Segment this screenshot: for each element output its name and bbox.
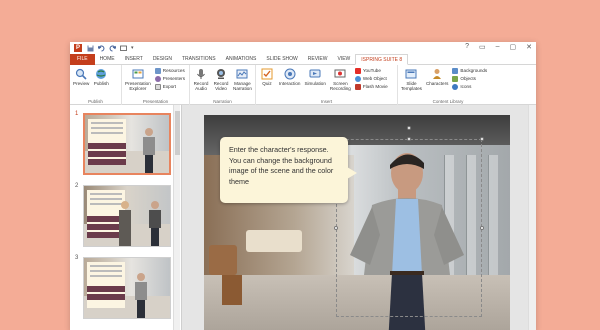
icons-icon [452,83,459,90]
character-figure [119,201,131,246]
chair-image [209,245,237,275]
group-label-presentation: Presentation [142,99,169,104]
quick-access-toolbar: P ▾ [74,44,137,52]
side-table-image [222,275,242,305]
presenters-icon [154,75,161,82]
group-label-narration: Narration [213,99,232,104]
qat-customize-icon[interactable]: ▾ [131,45,137,51]
backgrounds-icon [452,67,459,74]
tab-slide-show[interactable]: SLIDE SHOW [261,54,302,65]
slide-templates-icon [405,67,418,80]
resources-icon [154,67,161,74]
character-figure [143,128,155,173]
quiz-icon [261,67,274,80]
speech-bubble[interactable]: Enter the character's response. You can … [220,137,357,203]
minimize-icon[interactable]: – [496,43,500,51]
powerpoint-window: P ▾ ? ▭ – ▢ ✕ FILE HOME INSERT DESIGN TR… [70,42,536,330]
group-label-content-library: Content Library [432,99,464,104]
preview-icon [75,67,88,80]
rotate-handle[interactable] [407,126,411,130]
selection-frame [334,126,484,317]
editor-scrollbar[interactable] [528,105,536,330]
group-publish: Preview Publish Publish [70,65,122,105]
presenters-button[interactable]: Presenters [154,75,185,82]
youtube-icon [354,67,361,74]
slide-thumbnail-1[interactable] [83,113,171,175]
export-icon [154,83,161,90]
group-content-library: Slide Templates Characters Backgrounds O… [398,65,498,105]
screen-recording-icon [334,67,347,80]
tab-view[interactable]: VIEW [333,54,356,65]
speech-bubble-text[interactable]: Enter the character's response. You can … [229,145,333,186]
resize-handle[interactable] [334,226,338,230]
character-figure [149,201,161,246]
save-icon[interactable] [87,45,94,52]
export-button[interactable]: Export [154,83,185,90]
slide-thumbnails-pane: 1 2 3 [70,105,182,330]
powerpoint-logo-icon: P [74,44,82,52]
web-object-icon [354,75,361,82]
ribbon-display-icon[interactable]: ▭ [479,43,486,51]
slide-canvas[interactable]: Enter the character's response. You can … [204,115,510,330]
interaction-icon [283,67,296,80]
start-slideshow-icon[interactable] [120,45,127,51]
window-controls: ? ▭ – ▢ ✕ [465,43,532,51]
slide-thumbnail-3[interactable] [83,257,171,319]
web-object-button[interactable]: Web Object [354,75,388,82]
resize-handle[interactable] [480,226,484,230]
flash-movie-button[interactable]: Flash Movie [354,83,388,90]
group-narration: Record Audio Record Video Manage Narrati… [190,65,256,105]
microphone-icon [195,67,208,80]
resize-handle[interactable] [407,137,411,141]
redo-icon[interactable] [109,45,117,52]
objects-icon [452,75,459,82]
resize-handle[interactable] [480,137,484,141]
slide-number: 2 [75,183,79,189]
ribbon-tabs: FILE HOME INSERT DESIGN TRANSITIONS ANIM… [70,53,536,65]
manage-narration-icon [236,67,249,80]
group-insert: Quiz Interaction Simulation Screen Recor… [256,65,398,105]
tab-file[interactable]: FILE [70,53,95,65]
title-bar: P ▾ ? ▭ – ▢ ✕ [70,42,536,54]
resources-button[interactable]: Resources [154,67,185,74]
tab-home[interactable]: HOME [95,54,120,65]
group-presentation: Presentation Explorer Resources Presente… [122,65,190,105]
character-figure [135,273,147,318]
group-label-publish: Publish [88,99,103,104]
flash-icon [354,83,361,90]
workspace: 1 2 3 Enter the character's response. Yo… [70,105,536,330]
slide-editor: Enter the character's response. You can … [182,105,536,330]
slide-number: 1 [75,111,79,117]
undo-icon[interactable] [97,45,105,52]
globe-icon [95,67,108,80]
tab-animations[interactable]: ANIMATIONS [221,54,262,65]
ribbon: Preview Publish Publish Presentation Exp… [70,65,536,105]
slide-number: 3 [75,255,79,261]
group-label-insert: Insert [320,99,333,104]
simulation-icon [309,67,322,80]
tab-insert[interactable]: INSERT [120,54,148,65]
objects-button[interactable]: Objects [452,75,487,82]
tab-ispring-suite[interactable]: ISPRING SUITE 8 [355,54,409,65]
sofa-image [246,230,302,252]
tab-review[interactable]: REVIEW [303,54,333,65]
webcam-icon [215,67,228,80]
thumbnails-scrollbar[interactable] [173,105,180,330]
backgrounds-button[interactable]: Backgrounds [452,67,487,74]
help-icon[interactable]: ? [465,43,469,51]
tab-transitions[interactable]: TRANSITIONS [177,54,221,65]
close-icon[interactable]: ✕ [526,43,532,51]
presentation-explorer-icon [131,67,144,80]
maximize-icon[interactable]: ▢ [510,43,517,51]
tab-design[interactable]: DESIGN [148,54,177,65]
character-icon [431,67,444,80]
slide-thumbnail-2[interactable] [83,185,171,247]
youtube-button[interactable]: YouTube [354,67,388,74]
icons-button[interactable]: Icons [452,83,487,90]
